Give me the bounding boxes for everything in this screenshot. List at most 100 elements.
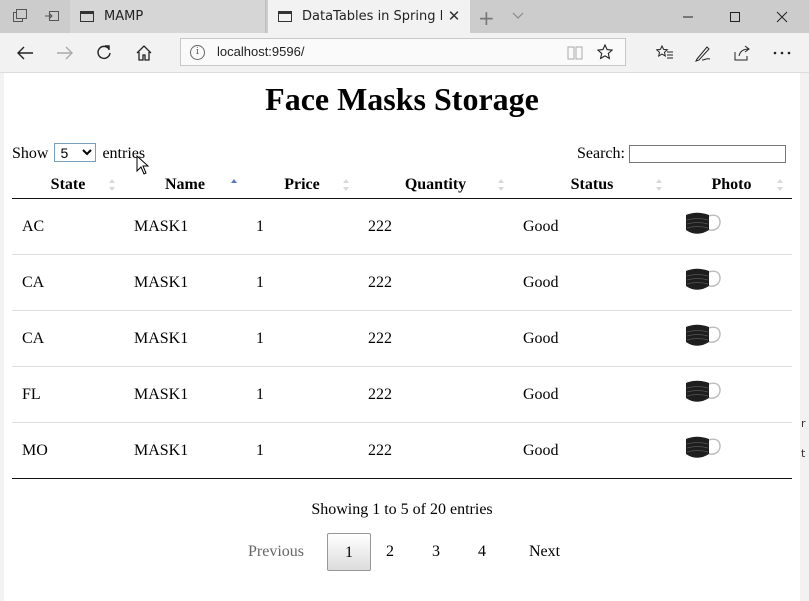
table-row: CA MASK1 1 222 Good [12,310,792,367]
tab-mamp[interactable]: MAMP [70,0,266,33]
new-tab-icon[interactable]: + [478,6,495,30]
page-2-button[interactable]: 2 [386,533,394,571]
forward-icon[interactable] [54,42,76,64]
address-bar[interactable]: i localhost:9596/ [180,38,626,66]
face-mask-icon [686,268,721,290]
page-icon [80,11,94,22]
close-window-icon[interactable] [759,0,805,33]
table-row: AC MASK1 1 222 Good [12,199,792,255]
entries-select[interactable]: 5 [54,143,97,162]
cell-price: 1 [246,310,358,367]
cell-photo [671,199,792,255]
search-label: Search: [577,145,625,162]
search-input[interactable] [628,145,786,164]
tab-label: DataTables in Spring MVC [302,9,442,24]
cell-photo [671,310,792,367]
cell-photo [671,366,792,423]
info-icon[interactable]: i [190,45,205,60]
sort-icon [656,179,662,191]
cell-name: MASK1 [134,217,189,235]
vertical-scrollbar[interactable] [800,73,809,601]
sort-icon [343,179,349,191]
sort-icon [498,179,504,191]
sort-icon [109,179,115,191]
page-1-button[interactable]: 1 [327,533,371,571]
maximize-icon[interactable] [712,0,758,33]
cell-name: MASK1 [124,254,246,311]
page-3-button[interactable]: 3 [432,533,440,571]
face-mask-icon [686,380,721,402]
sort-icon [777,179,783,191]
share-icon[interactable] [731,42,753,64]
page-icon [278,11,292,22]
background-window-fragment: t [801,447,806,460]
tab-preview-icon[interactable] [12,8,28,24]
table-header-row: State Name Price Quantity Status Photo [12,172,792,199]
cell-price: 1 [246,366,358,423]
face-mask-icon [686,436,721,458]
face-mask-icon [686,324,721,346]
mouse-cursor-icon [136,154,150,179]
column-header-photo[interactable]: Photo [671,172,792,199]
sort-ascending-icon [231,179,237,183]
column-header-state[interactable]: State [12,172,124,199]
set-tabs-aside-icon[interactable] [44,8,60,24]
cell-price: 1 [246,422,358,479]
cell-state: CA [12,310,124,367]
table-row: CA MASK1 1 222 Good [12,254,792,311]
navigation-bar: i localhost:9596/ [0,33,809,73]
face-mask-icon [686,212,721,234]
cell-photo [671,254,792,311]
table-info: Showing 1 to 5 of 20 entries [311,501,493,518]
favorite-star-icon[interactable] [596,43,614,64]
cell-state: MO [12,422,124,479]
page-4-button[interactable]: 4 [478,533,486,571]
cell-status: Good [513,254,671,311]
cell-photo [671,422,792,479]
tab-label: MAMP [104,9,144,24]
table-row: MO MASK1 1 222 Good [12,422,792,479]
column-header-quantity[interactable]: Quantity [358,172,513,199]
favorites-icon[interactable] [654,42,676,64]
column-header-price[interactable]: Price [246,172,358,199]
cell-name: MASK1 [124,422,246,479]
web-page: Face Masks Storage Show 5 entries Search… [4,73,800,601]
search-control: Search: [577,145,786,164]
chevron-down-icon[interactable] [511,7,525,26]
column-header-status[interactable]: Status [513,172,671,199]
cell-price: 1 [256,217,264,235]
masks-table: State Name Price Quantity Status Photo A… [12,172,792,479]
cell-quantity: 222 [358,422,513,479]
tab-datatables[interactable]: DataTables in Spring MVC ✕ [268,0,470,33]
table-body: AC MASK1 1 222 Good CA MASK1 1 222 Good CA MASK1 1 22… [12,199,792,479]
home-icon[interactable] [133,42,155,64]
minimize-icon[interactable] [665,0,711,33]
cell-status: Good [513,422,671,479]
cell-price: 1 [246,254,358,311]
previous-page-button[interactable]: Previous [248,533,304,571]
close-tab-icon[interactable]: ✕ [446,8,462,24]
cell-quantity: 222 [358,366,513,423]
pen-icon[interactable] [692,42,714,64]
cell-quantity: 222 [368,217,392,235]
page-title: Face Masks Storage [265,81,539,117]
background-window-fragment: r [801,417,806,430]
entries-length-control: Show 5 entries [12,143,145,163]
cell-status: Good [513,366,671,423]
cell-quantity: 222 [358,254,513,311]
cell-state: CA [12,254,124,311]
reading-view-icon[interactable] [567,45,583,64]
more-icon[interactable] [771,42,793,64]
table-row: FL MASK1 1 222 Good [12,366,792,423]
show-label: Show [12,145,49,162]
tab-strip: MAMP DataTables in Spring MVC ✕ + [0,0,809,33]
url-text[interactable]: localhost:9596/ [217,44,304,59]
cell-name: MASK1 [124,310,246,367]
cell-state: FL [12,366,124,423]
next-page-button[interactable]: Next [529,533,560,571]
cell-quantity: 222 [358,310,513,367]
back-icon[interactable] [14,42,36,64]
cell-status: Good [523,217,559,235]
cell-name: MASK1 [124,366,246,423]
refresh-icon[interactable] [93,42,115,64]
